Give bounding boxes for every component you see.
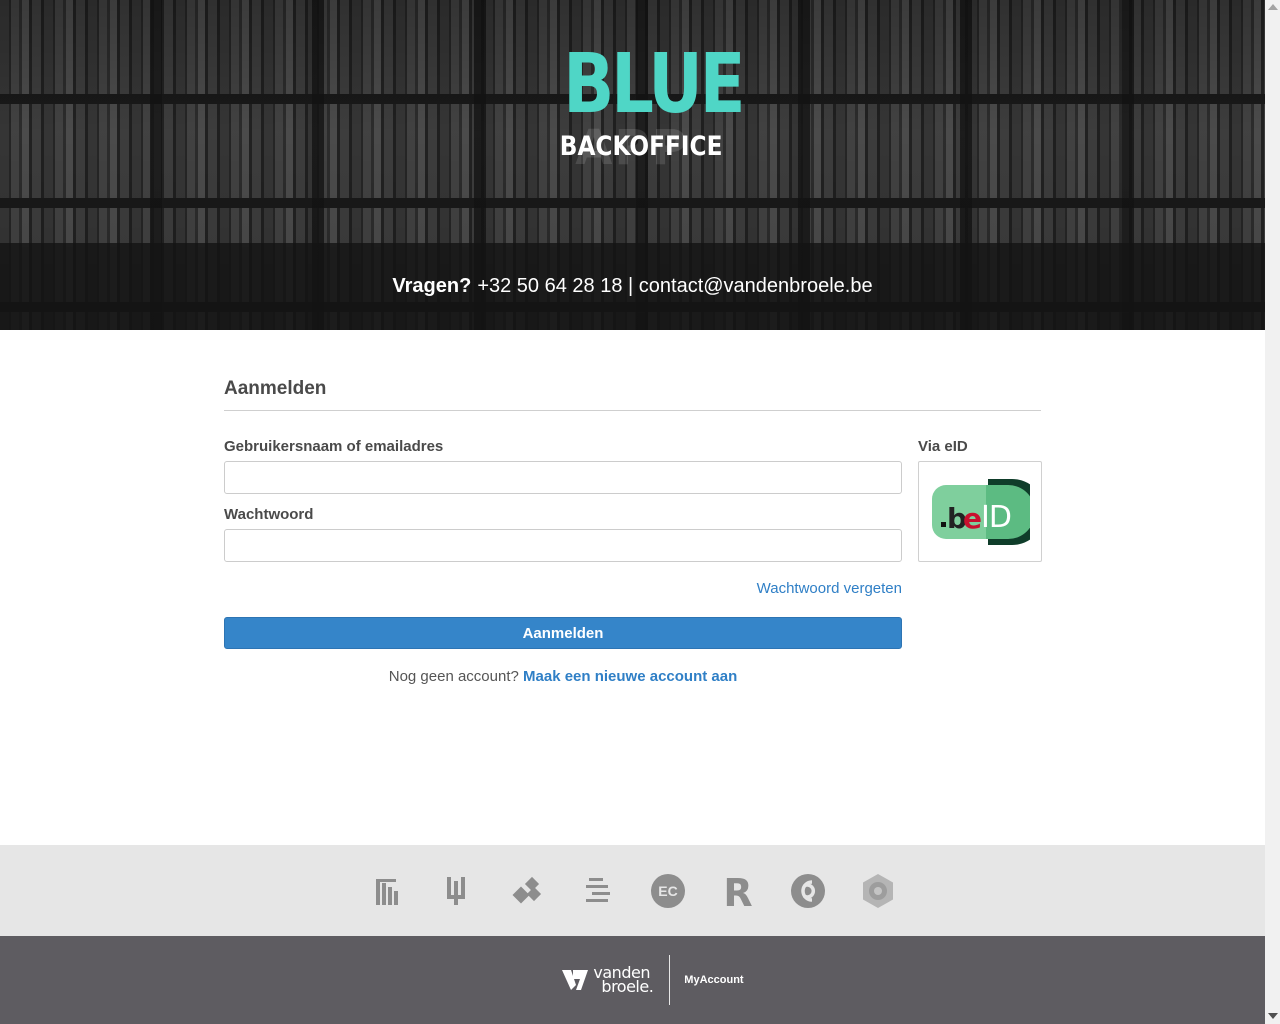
contact-info: +32 50 64 28 18 | contact@vandenbroele.b… — [477, 275, 873, 297]
password-label: Wachtwoord — [224, 506, 314, 523]
logo-sub-text: BACKOFFICE — [559, 131, 723, 162]
svg-text:ID: ID — [981, 500, 1011, 535]
vertical-scrollbar[interactable] — [1265, 0, 1280, 1024]
register-link[interactable]: Maak een nieuwe account aan — [523, 668, 737, 685]
contact-label: Vragen? — [392, 275, 472, 297]
svg-text:R: R — [723, 873, 752, 909]
brand-logo-ec-icon[interactable]: EC — [650, 873, 686, 909]
scroll-up-icon[interactable] — [1268, 4, 1278, 10]
svg-text:e: e — [963, 502, 981, 535]
beid-logo-icon: b e ID — [932, 478, 1030, 545]
brand-logo-r-icon[interactable]: R — [720, 873, 756, 909]
brand-logo-7-icon[interactable] — [790, 873, 826, 909]
blue-backoffice-logo: APP BLUE BACKOFFICE — [548, 37, 746, 177]
logo-main-text: BLUE — [563, 37, 745, 132]
scroll-down-icon[interactable] — [1268, 1013, 1278, 1019]
eid-login-button[interactable]: b e ID — [918, 461, 1042, 562]
password-input[interactable] — [224, 529, 902, 562]
eid-label: Via eID — [918, 438, 968, 455]
register-prompt-text: Nog geen account? — [388, 668, 519, 685]
username-input[interactable] — [224, 461, 902, 494]
username-label: Gebruikersnaam of emailadres — [224, 438, 444, 455]
login-title: Aanmelden — [224, 378, 1041, 411]
company-line2: broele. — [601, 977, 654, 996]
brand-logo-4-icon[interactable] — [580, 873, 616, 909]
brands-strip: EC R — [0, 845, 1265, 936]
login-submit-button[interactable]: Aanmelden — [224, 617, 902, 649]
login-panel: Aanmelden Gebruikersnaam of emailadres W… — [224, 378, 1042, 685]
vandenbroele-logo[interactable]: vanden broele. — [561, 965, 654, 996]
hero-banner: APP BLUE BACKOFFICE Vragen? +32 50 64 28… — [0, 0, 1265, 330]
brand-logo-2-icon[interactable] — [440, 873, 476, 909]
footer: vanden broele. MyAccount — [0, 936, 1265, 1024]
svg-text:EC: EC — [658, 883, 677, 899]
contact-bar: Vragen? +32 50 64 28 18 | contact@vanden… — [0, 243, 1265, 330]
register-prompt: Nog geen account? Maak een nieuwe accoun… — [224, 668, 902, 685]
myaccount-label: MyAccount — [684, 974, 744, 986]
brand-logo-3-icon[interactable] — [510, 873, 546, 909]
footer-divider — [669, 955, 671, 1005]
brand-logo-8-icon[interactable] — [860, 873, 896, 909]
forgot-password-link[interactable]: Wachtwoord vergeten — [757, 580, 902, 597]
vandenbroele-mark-icon — [562, 970, 589, 990]
brand-logo-1-icon[interactable] — [370, 873, 406, 909]
